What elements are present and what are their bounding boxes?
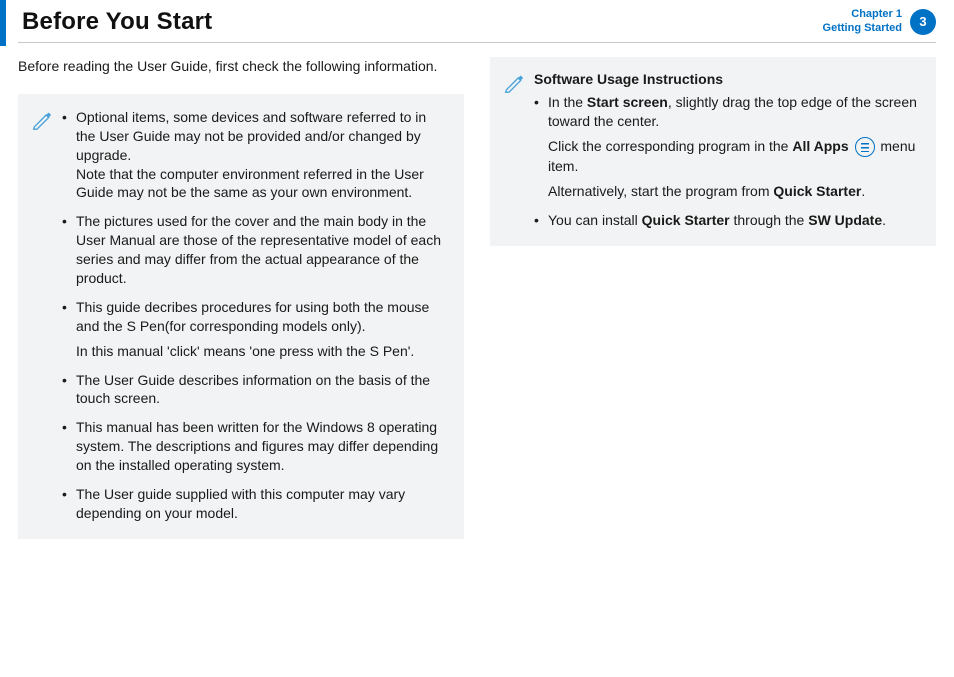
list-item: The User guide supplied with this comput… (62, 485, 448, 523)
right-column: Software Usage Instructions In the Start… (490, 57, 936, 539)
bullet-text: This manual has been written for the Win… (76, 419, 438, 473)
page-number-badge: 3 (910, 9, 936, 35)
list-item: In the Start screen, slightly drag the t… (534, 93, 920, 201)
page-number: 3 (919, 14, 926, 29)
bullet-text: The User Guide describes information on … (76, 372, 430, 407)
bullet-subtext: In this manual 'click' means 'one press … (76, 342, 448, 361)
bullet-text: The User guide supplied with this comput… (76, 486, 405, 521)
text-fragment: Alternatively, start the program from (548, 183, 773, 199)
text-fragment: Click the corresponding program in the (548, 138, 792, 154)
text-bold: SW Update (808, 212, 882, 228)
list-item: This guide decribes procedures for using… (62, 298, 448, 361)
chapter-line2: Getting Started (823, 22, 902, 36)
list-item: Optional items, some devices and softwar… (62, 108, 448, 202)
list-item: The User Guide describes information on … (62, 371, 448, 409)
left-bullet-list: Optional items, some devices and softwar… (62, 108, 448, 523)
text-fragment: You can install (548, 212, 642, 228)
text-bold: All Apps (792, 138, 848, 154)
note-box-left: Optional items, some devices and softwar… (18, 94, 464, 539)
note-icon (32, 110, 52, 130)
bullet-subtext: Alternatively, start the program from Qu… (548, 182, 920, 201)
intro-text: Before reading the User Guide, first che… (18, 57, 464, 76)
right-box-title: Software Usage Instructions (534, 71, 920, 87)
chapter-block: Chapter 1 Getting Started 3 (823, 8, 936, 36)
bullet-text: This guide decribes procedures for using… (76, 299, 429, 334)
text-bold: Quick Starter (773, 183, 861, 199)
text-bold: Start screen (587, 94, 668, 110)
text-fragment: through the (730, 212, 809, 228)
bullet-text: The pictures used for the cover and the … (76, 213, 441, 286)
bullet-subtext: Click the corresponding program in the A… (548, 137, 920, 176)
bullet-subtext: Note that the computer environment refer… (76, 165, 448, 203)
page-title: Before You Start (18, 8, 823, 36)
note-icon (504, 73, 524, 93)
list-item: This manual has been written for the Win… (62, 418, 448, 475)
all-apps-icon (855, 137, 875, 157)
chapter-line1: Chapter 1 (823, 8, 902, 22)
text-fragment: . (861, 183, 865, 199)
list-item: The pictures used for the cover and the … (62, 212, 448, 288)
text-fragment: . (882, 212, 886, 228)
note-box-right: Software Usage Instructions In the Start… (490, 57, 936, 246)
left-column: Before reading the User Guide, first che… (18, 57, 464, 539)
text-bold: Quick Starter (642, 212, 730, 228)
list-item: You can install Quick Starter through th… (534, 211, 920, 230)
content-columns: Before reading the User Guide, first che… (0, 57, 954, 539)
right-bullet-list: In the Start screen, slightly drag the t… (534, 93, 920, 230)
header-accent-bar (0, 0, 6, 46)
bullet-text: Optional items, some devices and softwar… (76, 109, 426, 163)
right-box-content: Software Usage Instructions In the Start… (534, 71, 920, 230)
text-fragment: In the (548, 94, 587, 110)
page-header: Before You Start Chapter 1 Getting Start… (18, 0, 936, 43)
chapter-text: Chapter 1 Getting Started (823, 8, 902, 36)
